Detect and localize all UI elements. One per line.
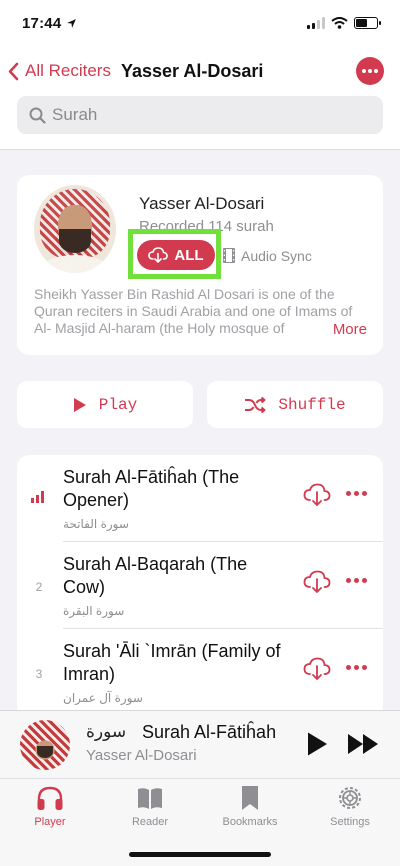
download-surah-button[interactable] xyxy=(303,570,331,599)
tab-bookmarks-label: Bookmarks xyxy=(222,816,278,828)
cloud-download-icon xyxy=(303,570,331,593)
cloud-download-icon xyxy=(303,657,331,680)
download-surah-button[interactable] xyxy=(303,483,331,512)
surah-number: 3 xyxy=(35,667,43,681)
shuffle-button[interactable]: Shuffle xyxy=(207,381,383,428)
download-all-button[interactable]: ALL xyxy=(137,240,215,270)
shuffle-icon xyxy=(245,396,266,413)
reciter-avatar xyxy=(34,185,116,273)
equalizer-icon xyxy=(31,491,47,503)
surah-title: Surah Al-Baqarah (The Cow) xyxy=(63,554,248,597)
cloud-download-icon xyxy=(148,247,169,263)
navigation-header: All Reciters Yasser Al-Dosari xyxy=(0,46,400,150)
tab-reader[interactable]: Reader xyxy=(100,785,200,835)
wifi-icon xyxy=(331,17,348,29)
film-icon xyxy=(223,248,235,263)
tab-settings-label: Settings xyxy=(330,816,370,828)
tab-settings[interactable]: Settings xyxy=(300,785,400,835)
tab-player[interactable]: Player xyxy=(0,785,100,835)
mini-player-avatar xyxy=(20,720,70,770)
tab-bar: Player Reader Bookmarks Settings xyxy=(0,778,400,866)
tab-player-label: Player xyxy=(34,816,66,828)
surah-more-button[interactable] xyxy=(346,491,367,496)
surah-arabic-name: سورة آل عمران xyxy=(63,691,143,705)
fast-forward-icon xyxy=(348,734,378,754)
audio-sync-indicator: Audio Sync xyxy=(222,247,312,264)
home-indicator xyxy=(129,852,271,857)
location-arrow-icon xyxy=(67,18,77,28)
surah-row[interactable]: 2 Surah Al-Baqarah (The Cow) سورة البقرة xyxy=(17,542,383,629)
mini-player-arabic-title: سورة xyxy=(86,722,127,741)
mini-player-reciter: Yasser Al-Dosari xyxy=(86,747,197,764)
bookmark-icon xyxy=(242,786,258,810)
surah-arabic-name: سورة الفاتحة xyxy=(63,517,129,531)
play-icon xyxy=(73,397,86,412)
surah-more-button[interactable] xyxy=(346,665,367,670)
headphones-icon xyxy=(37,786,63,810)
surah-list: Surah Al-Fātiĥah (The Opener) سورة الفات… xyxy=(17,455,383,720)
mini-player[interactable]: سورة Surah Al-Fātiĥah Yasser Al-Dosari xyxy=(0,710,400,778)
cellular-signal-icon xyxy=(307,17,325,29)
reciter-info-card: Yasser Al-Dosari Recorded 114 surah ALL … xyxy=(17,175,383,355)
reciter-name: Yasser Al-Dosari xyxy=(139,194,265,213)
back-button[interactable]: All Reciters xyxy=(8,61,111,81)
surah-arabic-name: سورة البقرة xyxy=(63,604,125,618)
chevron-left-icon xyxy=(8,62,19,80)
surah-more-button[interactable] xyxy=(346,578,367,583)
reciter-description[interactable]: Sheikh Yasser Bin Rashid Al Dosari is on… xyxy=(17,286,383,344)
now-playing-indicator xyxy=(31,491,47,503)
search-bar[interactable] xyxy=(17,96,383,134)
mini-player-title: Surah Al-Fātiĥah xyxy=(142,722,277,742)
status-bar: 17:44 xyxy=(0,0,400,46)
gear-icon xyxy=(339,787,361,809)
book-icon xyxy=(138,788,162,809)
more-options-button[interactable] xyxy=(356,57,384,85)
surah-number: 2 xyxy=(35,580,43,594)
back-button-label: All Reciters xyxy=(25,61,111,80)
surah-title: Surah Al-Fātiĥah (The Opener) xyxy=(63,467,240,510)
download-surah-button[interactable] xyxy=(303,657,331,686)
tab-bookmarks[interactable]: Bookmarks xyxy=(200,785,300,835)
status-time: 17:44 xyxy=(22,14,62,32)
more-link[interactable]: More xyxy=(318,321,367,338)
shuffle-label: Shuffle xyxy=(278,395,346,414)
surah-title: Surah 'Āli `Imrān (Family of Imran) xyxy=(63,641,281,684)
next-track-button[interactable] xyxy=(347,733,381,760)
surah-row[interactable]: 3 Surah 'Āli `Imrān (Family of Imran) سو… xyxy=(17,629,383,716)
mini-play-button[interactable] xyxy=(306,731,328,762)
search-input[interactable] xyxy=(52,105,352,125)
page-title: Yasser Al-Dosari xyxy=(120,60,264,81)
tab-reader-label: Reader xyxy=(131,816,169,828)
play-button[interactable]: Play xyxy=(17,381,193,428)
search-icon xyxy=(29,107,46,124)
audio-sync-label: Audio Sync xyxy=(241,247,312,264)
battery-icon xyxy=(354,17,381,29)
download-all-label: ALL xyxy=(174,246,204,264)
play-icon xyxy=(308,732,327,756)
cloud-download-icon xyxy=(303,483,331,506)
surah-row[interactable]: Surah Al-Fātiĥah (The Opener) سورة الفات… xyxy=(17,455,383,542)
play-label: Play xyxy=(98,395,138,414)
